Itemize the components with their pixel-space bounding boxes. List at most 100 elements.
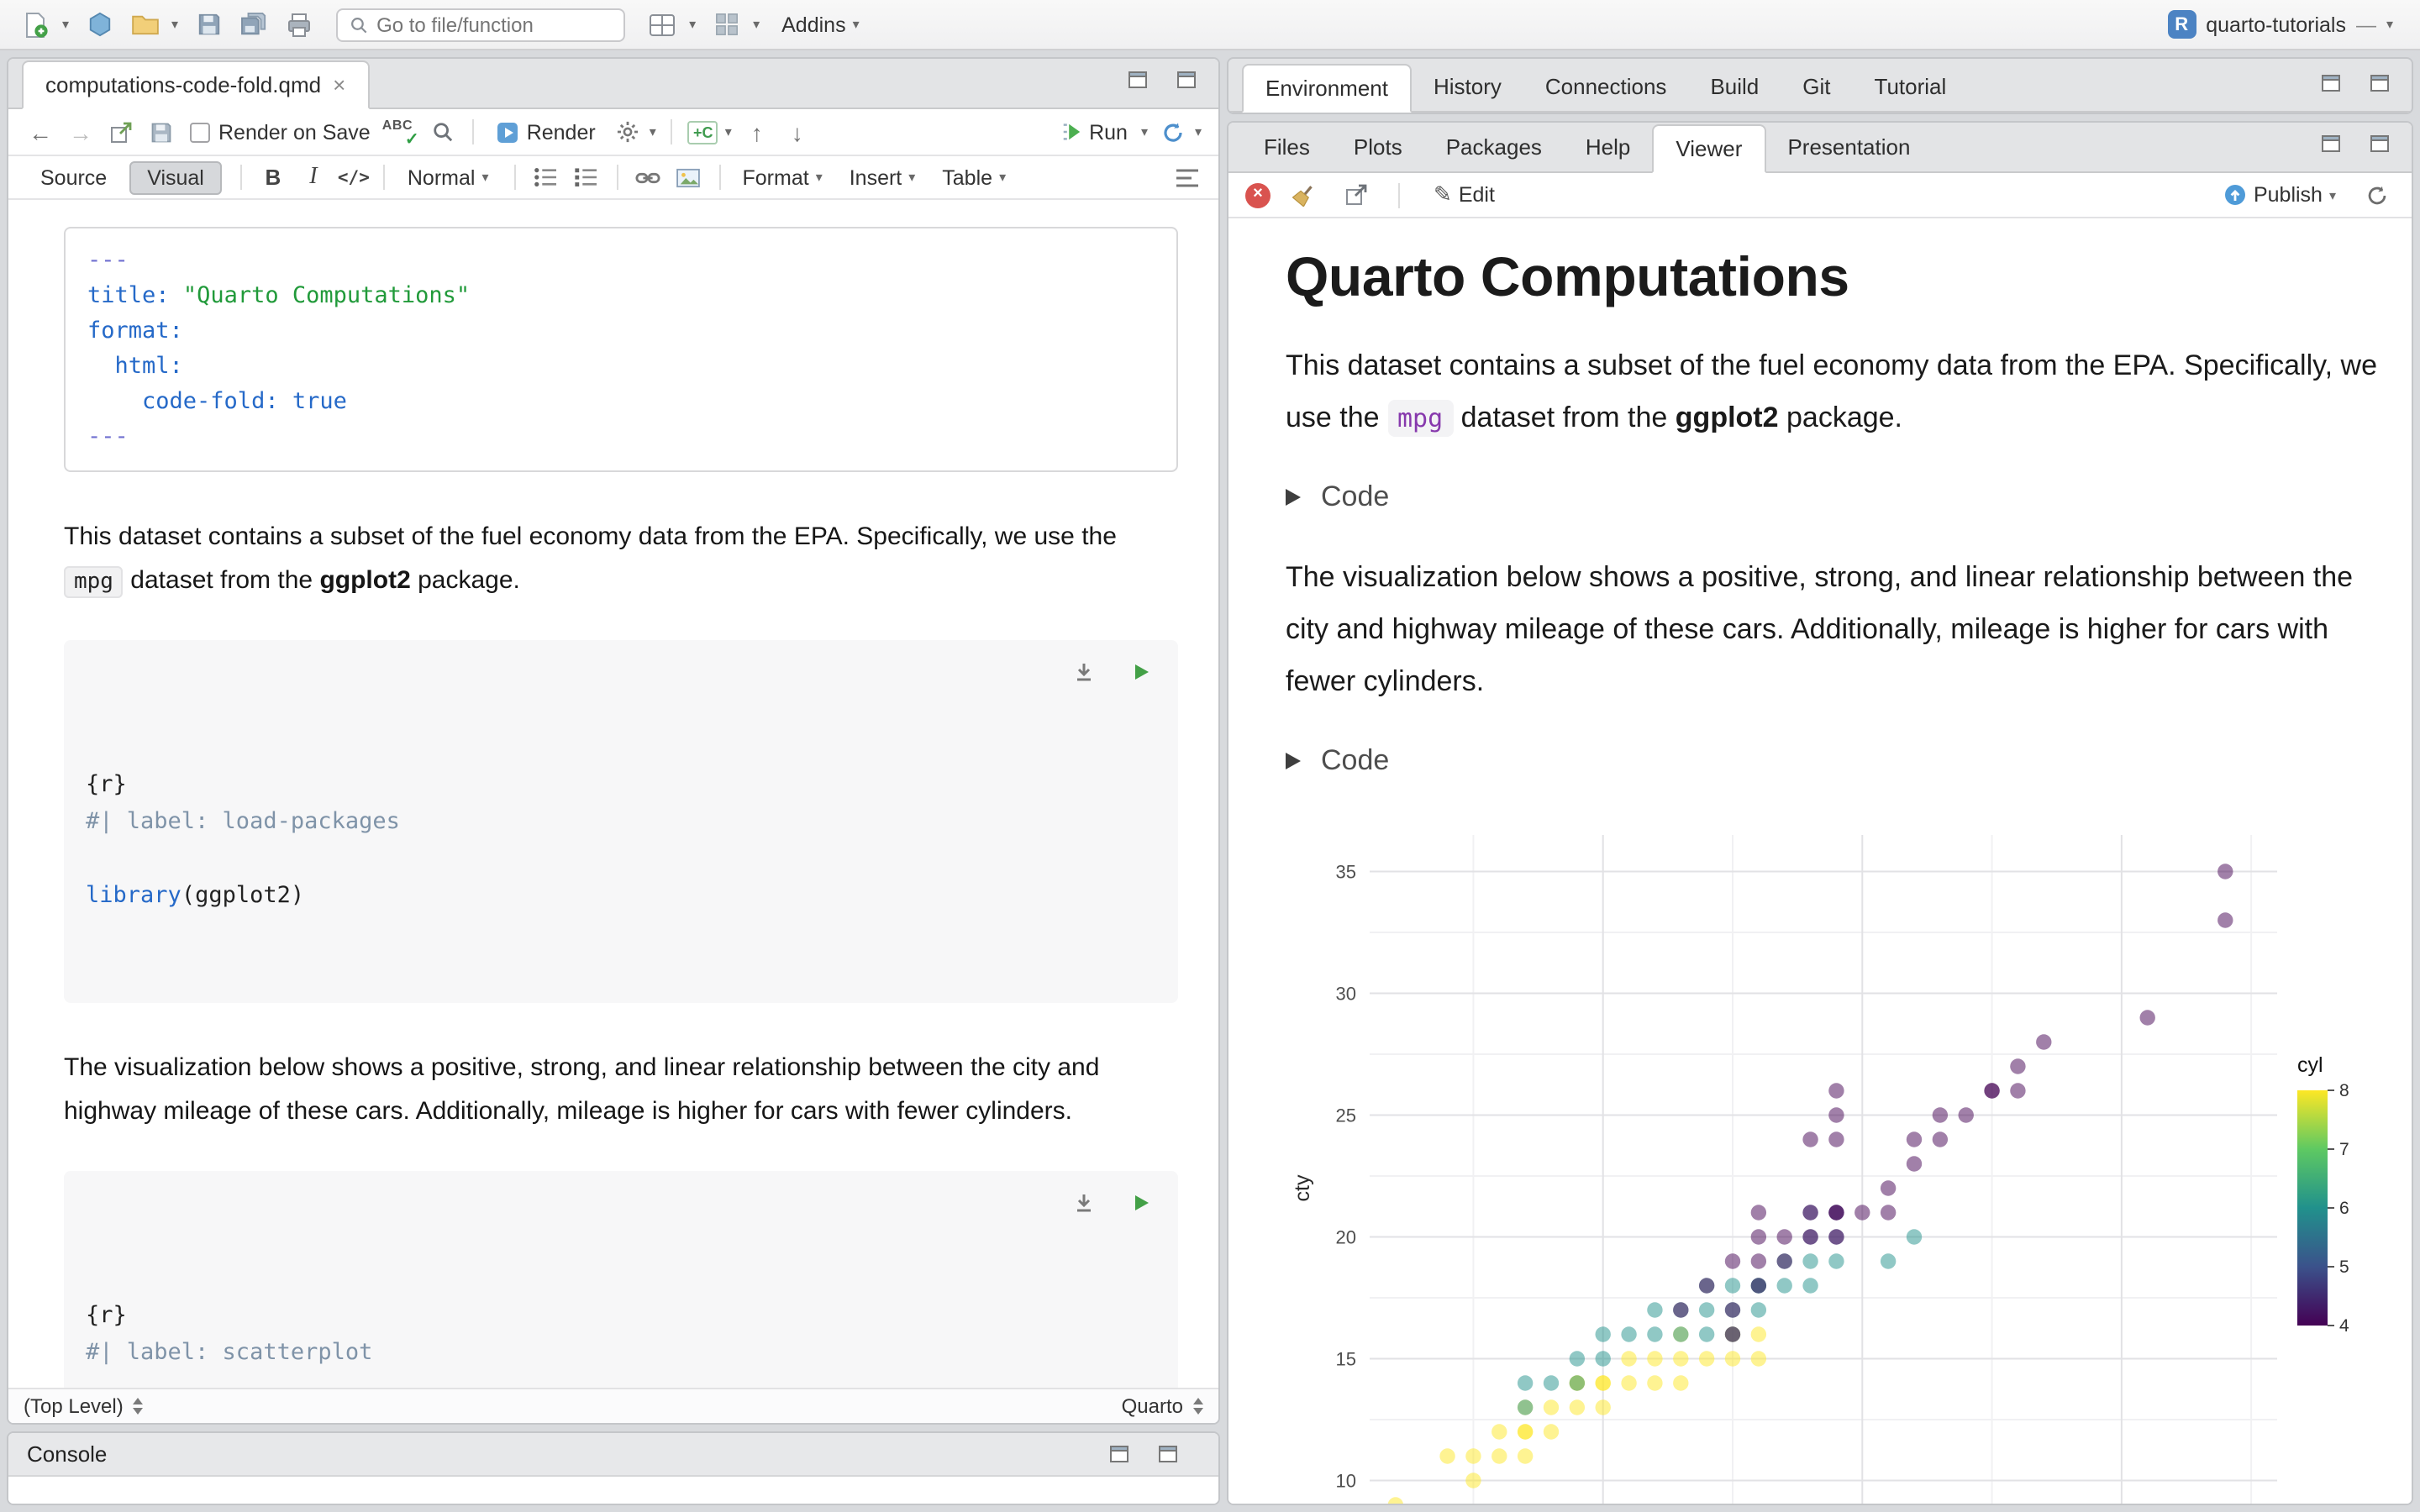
rerun-source-icon[interactable]: [1155, 113, 1192, 150]
close-tab-icon[interactable]: ×: [333, 72, 345, 97]
tab-files[interactable]: Files: [1242, 123, 1332, 171]
outline-toggle-icon[interactable]: [1168, 159, 1205, 196]
insert-chunk-caret[interactable]: ▾: [725, 124, 732, 139]
visual-mode-button[interactable]: Visual: [129, 160, 223, 194]
insert-menu[interactable]: Insert ▾: [839, 159, 929, 196]
run-chunk-icon[interactable]: [1123, 654, 1160, 690]
bold-button[interactable]: B: [255, 159, 292, 196]
maximize-pane-icon[interactable]: [1168, 60, 1205, 97]
tab-connections[interactable]: Connections: [1523, 62, 1689, 111]
save-document-button[interactable]: [143, 113, 180, 150]
numbered-list-icon[interactable]: [568, 159, 605, 196]
render-on-save-checkbox[interactable]: Render on Save: [190, 120, 371, 144]
minimize-pane-icon[interactable]: [2312, 64, 2349, 101]
toolbar-divider: [472, 119, 475, 144]
editor-paragraph[interactable]: This dataset contains a subset of the fu…: [64, 516, 1118, 603]
tab-git[interactable]: Git: [1781, 62, 1852, 111]
project-menu[interactable]: R quarto-tutorials — ▾: [2160, 10, 2403, 39]
tab-packages[interactable]: Packages: [1424, 123, 1564, 171]
source-mode-button[interactable]: Source: [22, 160, 125, 194]
maximize-pane-icon[interactable]: [2361, 124, 2398, 161]
scope-stepper[interactable]: [133, 1398, 144, 1415]
run-chunk-icon[interactable]: [1123, 1184, 1160, 1221]
link-icon[interactable]: [630, 159, 667, 196]
render-button[interactable]: Render: [487, 113, 606, 150]
run-button[interactable]: Run: [1050, 113, 1138, 150]
new-project-button[interactable]: [81, 6, 118, 43]
tab-environment[interactable]: Environment: [1242, 64, 1412, 113]
tab-tutorial[interactable]: Tutorial: [1853, 62, 1969, 111]
format-menu[interactable]: Format ▾: [733, 159, 836, 196]
stop-icon[interactable]: ×: [1245, 182, 1270, 207]
tab-plots[interactable]: Plots: [1332, 123, 1424, 171]
run-caret[interactable]: ▾: [1141, 124, 1148, 139]
run-chunks-above-icon[interactable]: [1065, 1184, 1102, 1221]
rerun-source-caret[interactable]: ▾: [1195, 124, 1202, 139]
publish-button[interactable]: Publish ▾: [2213, 176, 2349, 213]
image-icon[interactable]: [671, 159, 708, 196]
render-settings-gear-icon[interactable]: [609, 113, 646, 150]
code-fold-1[interactable]: Code: [1286, 480, 2378, 514]
tab-presentation[interactable]: Presentation: [1765, 123, 1932, 171]
addins-button[interactable]: Addins ▾: [771, 6, 873, 43]
open-file-button[interactable]: [126, 6, 163, 43]
visual-editor-canvas[interactable]: --- title: "Quarto Computations" format: h…: [8, 200, 1218, 1388]
new-file-caret[interactable]: ▾: [62, 17, 69, 32]
save-button[interactable]: [190, 6, 227, 43]
minimize-pane-icon[interactable]: [1119, 60, 1156, 97]
edit-button[interactable]: ✎ Edit: [1423, 176, 1505, 213]
filetype-stepper[interactable]: [1193, 1398, 1203, 1415]
paragraph-style-dropdown[interactable]: Normal ▾: [397, 159, 502, 196]
checkbox-icon[interactable]: [190, 122, 210, 142]
table-menu[interactable]: Table ▾: [932, 159, 1019, 196]
editor-tab[interactable]: computations-code-fold.qmd ×: [22, 60, 370, 109]
open-in-browser-icon[interactable]: [1338, 176, 1375, 213]
render-settings-caret[interactable]: ▾: [650, 124, 656, 139]
run-next-icon[interactable]: ↓: [779, 113, 816, 150]
pane-layout-button[interactable]: [644, 6, 681, 43]
find-replace-icon[interactable]: [424, 113, 461, 150]
bullet-list-icon[interactable]: [528, 159, 565, 196]
save-all-button[interactable]: [235, 6, 272, 43]
new-file-button[interactable]: [17, 6, 54, 43]
code-chunk-scatterplot[interactable]: {r}#| label: scatterplot ggplot(mpg, aes…: [64, 1171, 1178, 1388]
code-fold-summary[interactable]: Code: [1286, 744, 2378, 778]
maximize-pane-icon[interactable]: [1150, 1436, 1186, 1473]
popout-window-icon[interactable]: [103, 113, 139, 150]
goto-file-function-box[interactable]: [336, 8, 626, 41]
run-previous-icon[interactable]: ↑: [739, 113, 776, 150]
maximize-pane-icon[interactable]: [2361, 64, 2398, 101]
yaml-block[interactable]: --- title: "Quarto Computations" format: h…: [64, 227, 1178, 472]
code-fold-summary[interactable]: Code: [1286, 480, 2378, 514]
minimize-pane-icon[interactable]: [2312, 124, 2349, 161]
filetype-indicator[interactable]: Quarto: [1122, 1394, 1183, 1418]
open-file-caret[interactable]: ▾: [171, 17, 178, 32]
project-dash: —: [2355, 13, 2376, 36]
print-button[interactable]: [281, 6, 318, 43]
pane-layout-caret[interactable]: ▾: [689, 17, 696, 32]
editor-paragraph[interactable]: The visualization below shows a positive…: [64, 1047, 1118, 1134]
run-chunks-above-icon[interactable]: [1065, 654, 1102, 690]
code-chunk-load-packages[interactable]: {r} #| label: load-packages library(ggplo…: [64, 640, 1178, 1003]
tab-viewer[interactable]: Viewer: [1652, 124, 1766, 173]
console-body[interactable]: [8, 1477, 1218, 1504]
workspace-grid-button[interactable]: [708, 6, 744, 43]
minimize-pane-icon[interactable]: [1101, 1436, 1138, 1473]
workspace-grid-caret[interactable]: ▾: [753, 17, 760, 32]
back-button[interactable]: ←: [22, 113, 59, 150]
rendered-page-title: Quarto Computations: [1286, 245, 1849, 307]
refresh-icon[interactable]: [2358, 176, 2395, 213]
source-pane: computations-code-fold.qmd × ← → Render …: [7, 57, 1220, 1425]
tab-history[interactable]: History: [1412, 62, 1523, 111]
code-format-button[interactable]: </>: [335, 159, 372, 196]
italic-button[interactable]: I: [295, 159, 332, 196]
tab-help[interactable]: Help: [1564, 123, 1653, 171]
forward-button[interactable]: →: [62, 113, 99, 150]
code-fold-2[interactable]: Code: [1286, 744, 2378, 778]
clear-broom-icon[interactable]: [1286, 176, 1323, 213]
scope-indicator[interactable]: (Top Level): [24, 1394, 124, 1418]
spellcheck-button[interactable]: ABC ✓: [381, 115, 421, 149]
tab-build[interactable]: Build: [1688, 62, 1781, 111]
goto-input[interactable]: [376, 13, 613, 36]
insert-chunk-button[interactable]: +C: [685, 113, 722, 150]
